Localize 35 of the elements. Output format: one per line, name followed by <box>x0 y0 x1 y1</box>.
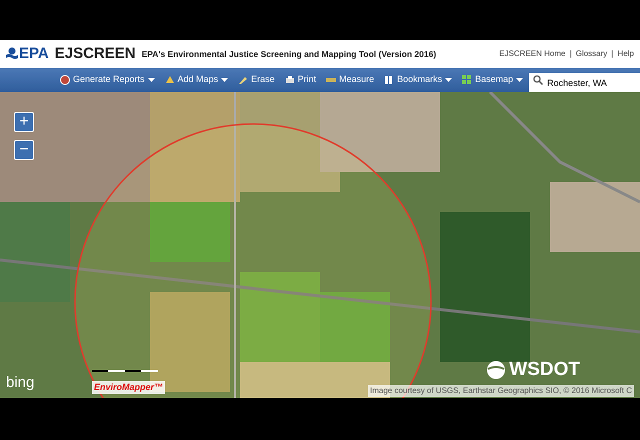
map-attribution: Image courtesy of USGS, Earthstar Geographics SIO, © 2016 Microsoft C <box>368 385 634 397</box>
caret-icon <box>516 78 524 82</box>
link-separator: | <box>611 48 614 60</box>
scale-bar <box>92 368 158 374</box>
caret-icon <box>148 78 155 82</box>
report-icon <box>60 75 70 85</box>
header-link[interactable]: EJSCREEN Home <box>499 48 566 60</box>
printer-icon <box>284 75 295 85</box>
epa-logo: EPA <box>6 42 49 66</box>
header-link[interactable]: Glossary <box>576 48 608 60</box>
layers-icon <box>164 75 175 85</box>
eraser-icon <box>238 75 248 85</box>
link-separator: | <box>569 48 572 60</box>
search-icon <box>533 75 544 85</box>
app-subtitle: EPA's Environmental Justice Screening and Mapping Tool (Version 2016) <box>142 48 436 60</box>
search-field[interactable]: Rochester, WA <box>529 73 640 93</box>
caret-icon <box>445 78 452 82</box>
tool-logo: EnviroMapper™ <box>92 380 166 394</box>
header-link[interactable]: Help <box>618 48 634 60</box>
toolbar-button[interactable]: Generate Reports <box>56 71 159 89</box>
toolbar-button[interactable]: Bookmarks <box>380 71 456 89</box>
toolbar-button[interactable]: Erase <box>234 71 279 89</box>
toolbar-button[interactable]: Basemap <box>458 71 528 89</box>
agency-logo: WSDOT <box>486 356 580 384</box>
caret-icon <box>221 78 228 82</box>
bookmark-icon <box>384 75 394 85</box>
toolbar-button[interactable]: Add Maps <box>160 71 232 89</box>
grid-icon <box>462 75 472 85</box>
bing-logo: bing <box>6 372 34 392</box>
aerial-map-drawing[interactable] <box>0 92 640 398</box>
app-title: EJSCREEN <box>54 44 136 64</box>
zoom-in-button[interactable]: + <box>14 112 34 132</box>
zoom-out-button[interactable]: − <box>14 140 34 160</box>
toolbar-button[interactable]: Measure <box>322 71 378 89</box>
toolbar-button[interactable]: Print <box>280 71 320 89</box>
